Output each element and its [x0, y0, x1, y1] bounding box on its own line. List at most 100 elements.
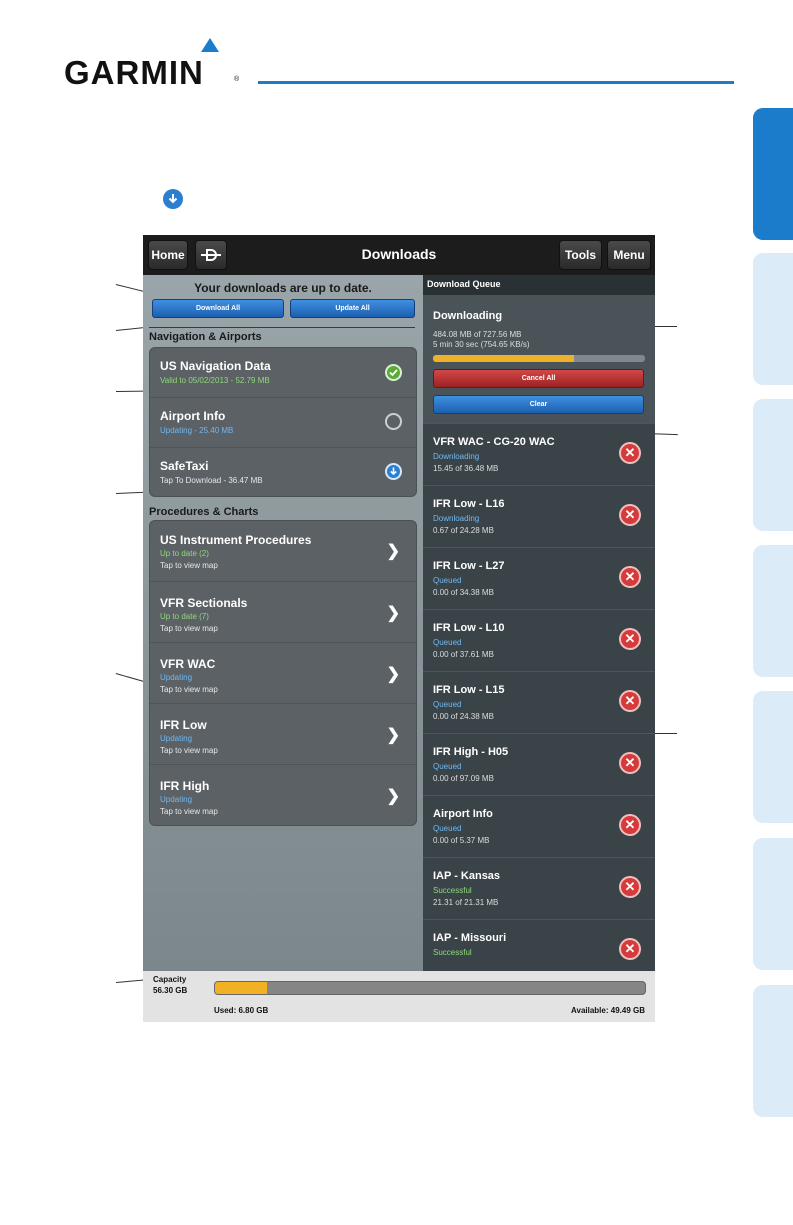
- queue-item-status: Queued: [433, 762, 462, 771]
- item-status: Updating: [160, 795, 193, 804]
- active-time-text: 5 min 30 sec (754.65 KB/s): [433, 340, 530, 349]
- list-item-safetaxi[interactable]: SafeTaxi Tap To Download - 36.47 MB: [150, 448, 416, 496]
- page-title: Downloads: [361, 246, 437, 262]
- queue-item-status: Downloading: [433, 514, 480, 523]
- download-progress-fill: [433, 355, 574, 362]
- remove-x-icon[interactable]: ✕: [619, 504, 641, 526]
- queue-list: VFR WAC - CG-20 WAC Downloading 15.45 of 3…: [423, 423, 655, 971]
- queue-item[interactable]: IAP - Kansas Successful 21.31 of 21.31 MB ✕: [423, 857, 655, 919]
- queue-item-status: Queued: [433, 576, 462, 585]
- active-download: Downloading 484.08 MB of 727.56 MB 5 min…: [423, 295, 655, 423]
- item-title: Airport Info: [160, 409, 226, 423]
- queue-item[interactable]: IFR High - H05 Queued 0.00 of 97.09 MB ✕: [423, 733, 655, 795]
- queue-item[interactable]: IFR Low - L15 Queued 0.00 of 24.38 MB ✕: [423, 671, 655, 733]
- logo-delta-icon: [201, 38, 219, 52]
- status-message: Your downloads are up to date.: [194, 281, 372, 295]
- capacity-title: Capacity: [153, 975, 187, 984]
- item-subtitle: Updating - 25.40 MB: [160, 426, 234, 435]
- queue-item[interactable]: IFR Low - L10 Queued 0.00 of 37.61 MB ✕: [423, 609, 655, 671]
- menu-button[interactable]: Menu: [607, 240, 651, 270]
- queue-item-status: Successful: [433, 886, 472, 895]
- remove-x-icon[interactable]: ✕: [619, 566, 641, 588]
- cancel-all-button[interactable]: Cancel All: [433, 369, 644, 388]
- capacity-bar: Capacity 56.30 GB Used: 6.80 GB Availabl…: [143, 971, 655, 1022]
- side-tab-1: [753, 108, 793, 240]
- used-value: 6.80 GB: [238, 1006, 269, 1015]
- item-title: US Navigation Data: [160, 359, 271, 373]
- queue-item[interactable]: IFR Low - L16 Downloading 0.67 of 24.28 MB…: [423, 485, 655, 547]
- item-title: IFR Low: [160, 718, 207, 732]
- item-hint: Tap to view map: [160, 624, 218, 633]
- queue-item[interactable]: IAP - Missouri Successful ✕: [423, 919, 655, 971]
- nav-airports-panel: US Navigation Data Valid to 05/02/2013 -…: [149, 347, 417, 497]
- chevron-right-icon[interactable]: ❯: [387, 664, 400, 684]
- garmin-logo: GARMIN ®: [64, 38, 244, 91]
- item-hint: Tap to view map: [160, 561, 218, 570]
- item-title: IFR High: [160, 779, 210, 793]
- list-item-ifr-high[interactable]: IFR High Updating Tap to view map ❯: [150, 765, 416, 825]
- capacity-label: Capacity 56.30 GB: [153, 974, 187, 996]
- list-item-us-instrument-procedures[interactable]: US Instrument Procedures Up to date (2) …: [150, 521, 416, 582]
- side-tab-3: [753, 399, 793, 531]
- item-title: VFR WAC: [160, 657, 216, 671]
- update-all-button[interactable]: Update All: [290, 299, 415, 318]
- queue-item[interactable]: VFR WAC - CG-20 WAC Downloading 15.45 of 3…: [423, 423, 655, 485]
- item-hint: Tap to view map: [160, 685, 218, 694]
- nav-section-title: Navigation & Airports: [149, 331, 262, 343]
- item-status: Up to date (2): [160, 549, 209, 558]
- queue-item-status: Successful: [433, 948, 472, 957]
- queue-item[interactable]: IFR Low - L27 Queued 0.00 of 34.38 MB ✕: [423, 547, 655, 609]
- remove-x-icon[interactable]: ✕: [619, 690, 641, 712]
- remove-x-icon[interactable]: ✕: [619, 938, 641, 960]
- list-item-us-nav-data[interactable]: US Navigation Data Valid to 05/02/2013 -…: [150, 348, 416, 398]
- divider: [149, 327, 415, 328]
- remove-x-icon[interactable]: ✕: [619, 876, 641, 898]
- tools-button[interactable]: Tools: [559, 240, 602, 270]
- item-subtitle: Tap To Download - 36.47 MB: [160, 476, 263, 485]
- chevron-right-icon[interactable]: ❯: [387, 541, 400, 561]
- list-item-vfr-wac[interactable]: VFR WAC Updating Tap to view map ❯: [150, 643, 416, 704]
- download-queue-panel: Download Queue Downloading 484.08 MB of …: [423, 275, 655, 971]
- list-item-vfr-sectionals[interactable]: VFR Sectionals Up to date (7) Tap to vie…: [150, 582, 416, 643]
- back-connext-button[interactable]: [195, 240, 227, 270]
- remove-x-icon[interactable]: ✕: [619, 442, 641, 464]
- item-hint: Tap to view map: [160, 807, 218, 816]
- home-button[interactable]: Home: [148, 240, 188, 270]
- available-label: Available:: [571, 1006, 609, 1015]
- queue-item-status: Queued: [433, 638, 462, 647]
- download-all-button[interactable]: Download All: [152, 299, 284, 318]
- logo-registered-mark: ®: [234, 76, 240, 83]
- queue-header: Download Queue: [423, 275, 655, 295]
- queue-item[interactable]: Airport Info Queued 0.00 of 5.37 MB ✕: [423, 795, 655, 857]
- proc-section-title: Procedures & Charts: [149, 506, 259, 518]
- top-bar: Home Downloads Tools Menu: [143, 235, 655, 275]
- list-item-airport-info[interactable]: Airport Info Updating - 25.40 MB: [150, 398, 416, 448]
- updating-ring-icon: [385, 413, 402, 430]
- item-hint: Tap to view map: [160, 746, 218, 755]
- queue-item-status: Downloading: [433, 452, 480, 461]
- remove-x-icon[interactable]: ✕: [619, 628, 641, 650]
- side-tab-7: [753, 985, 793, 1117]
- downloads-list-panel: Your downloads are up to date. Download …: [143, 275, 423, 971]
- active-title: Downloading: [433, 310, 503, 322]
- chevron-right-icon[interactable]: ❯: [387, 725, 400, 745]
- active-progress-text: 484.08 MB of 727.56 MB: [433, 330, 522, 339]
- queue-item-size: 21.31 of 21.31 MB: [433, 898, 499, 907]
- download-icon[interactable]: [385, 463, 402, 480]
- logo-text: GARMIN: [64, 54, 204, 91]
- clear-button[interactable]: Clear: [433, 395, 644, 414]
- queue-item-size: 0.00 of 97.09 MB: [433, 774, 494, 783]
- downloads-screen: Home Downloads Tools Menu Your downloads…: [143, 235, 655, 1022]
- item-subtitle: Valid to 05/02/2013 - 52.79 MB: [160, 376, 270, 385]
- chevron-right-icon[interactable]: ❯: [387, 786, 400, 806]
- chevron-right-icon[interactable]: ❯: [387, 603, 400, 623]
- remove-x-icon[interactable]: ✕: [619, 814, 641, 836]
- queue-item-size: 15.45 of 36.48 MB: [433, 464, 499, 473]
- queue-item-title: IFR Low - L16: [433, 498, 505, 510]
- list-item-ifr-low[interactable]: IFR Low Updating Tap to view map ❯: [150, 704, 416, 765]
- queue-item-title: Airport Info: [433, 808, 493, 820]
- queue-item-title: VFR WAC - CG-20 WAC: [433, 436, 555, 448]
- remove-x-icon[interactable]: ✕: [619, 752, 641, 774]
- available-value: 49.49 GB: [610, 1006, 645, 1015]
- header-rule: [258, 81, 734, 84]
